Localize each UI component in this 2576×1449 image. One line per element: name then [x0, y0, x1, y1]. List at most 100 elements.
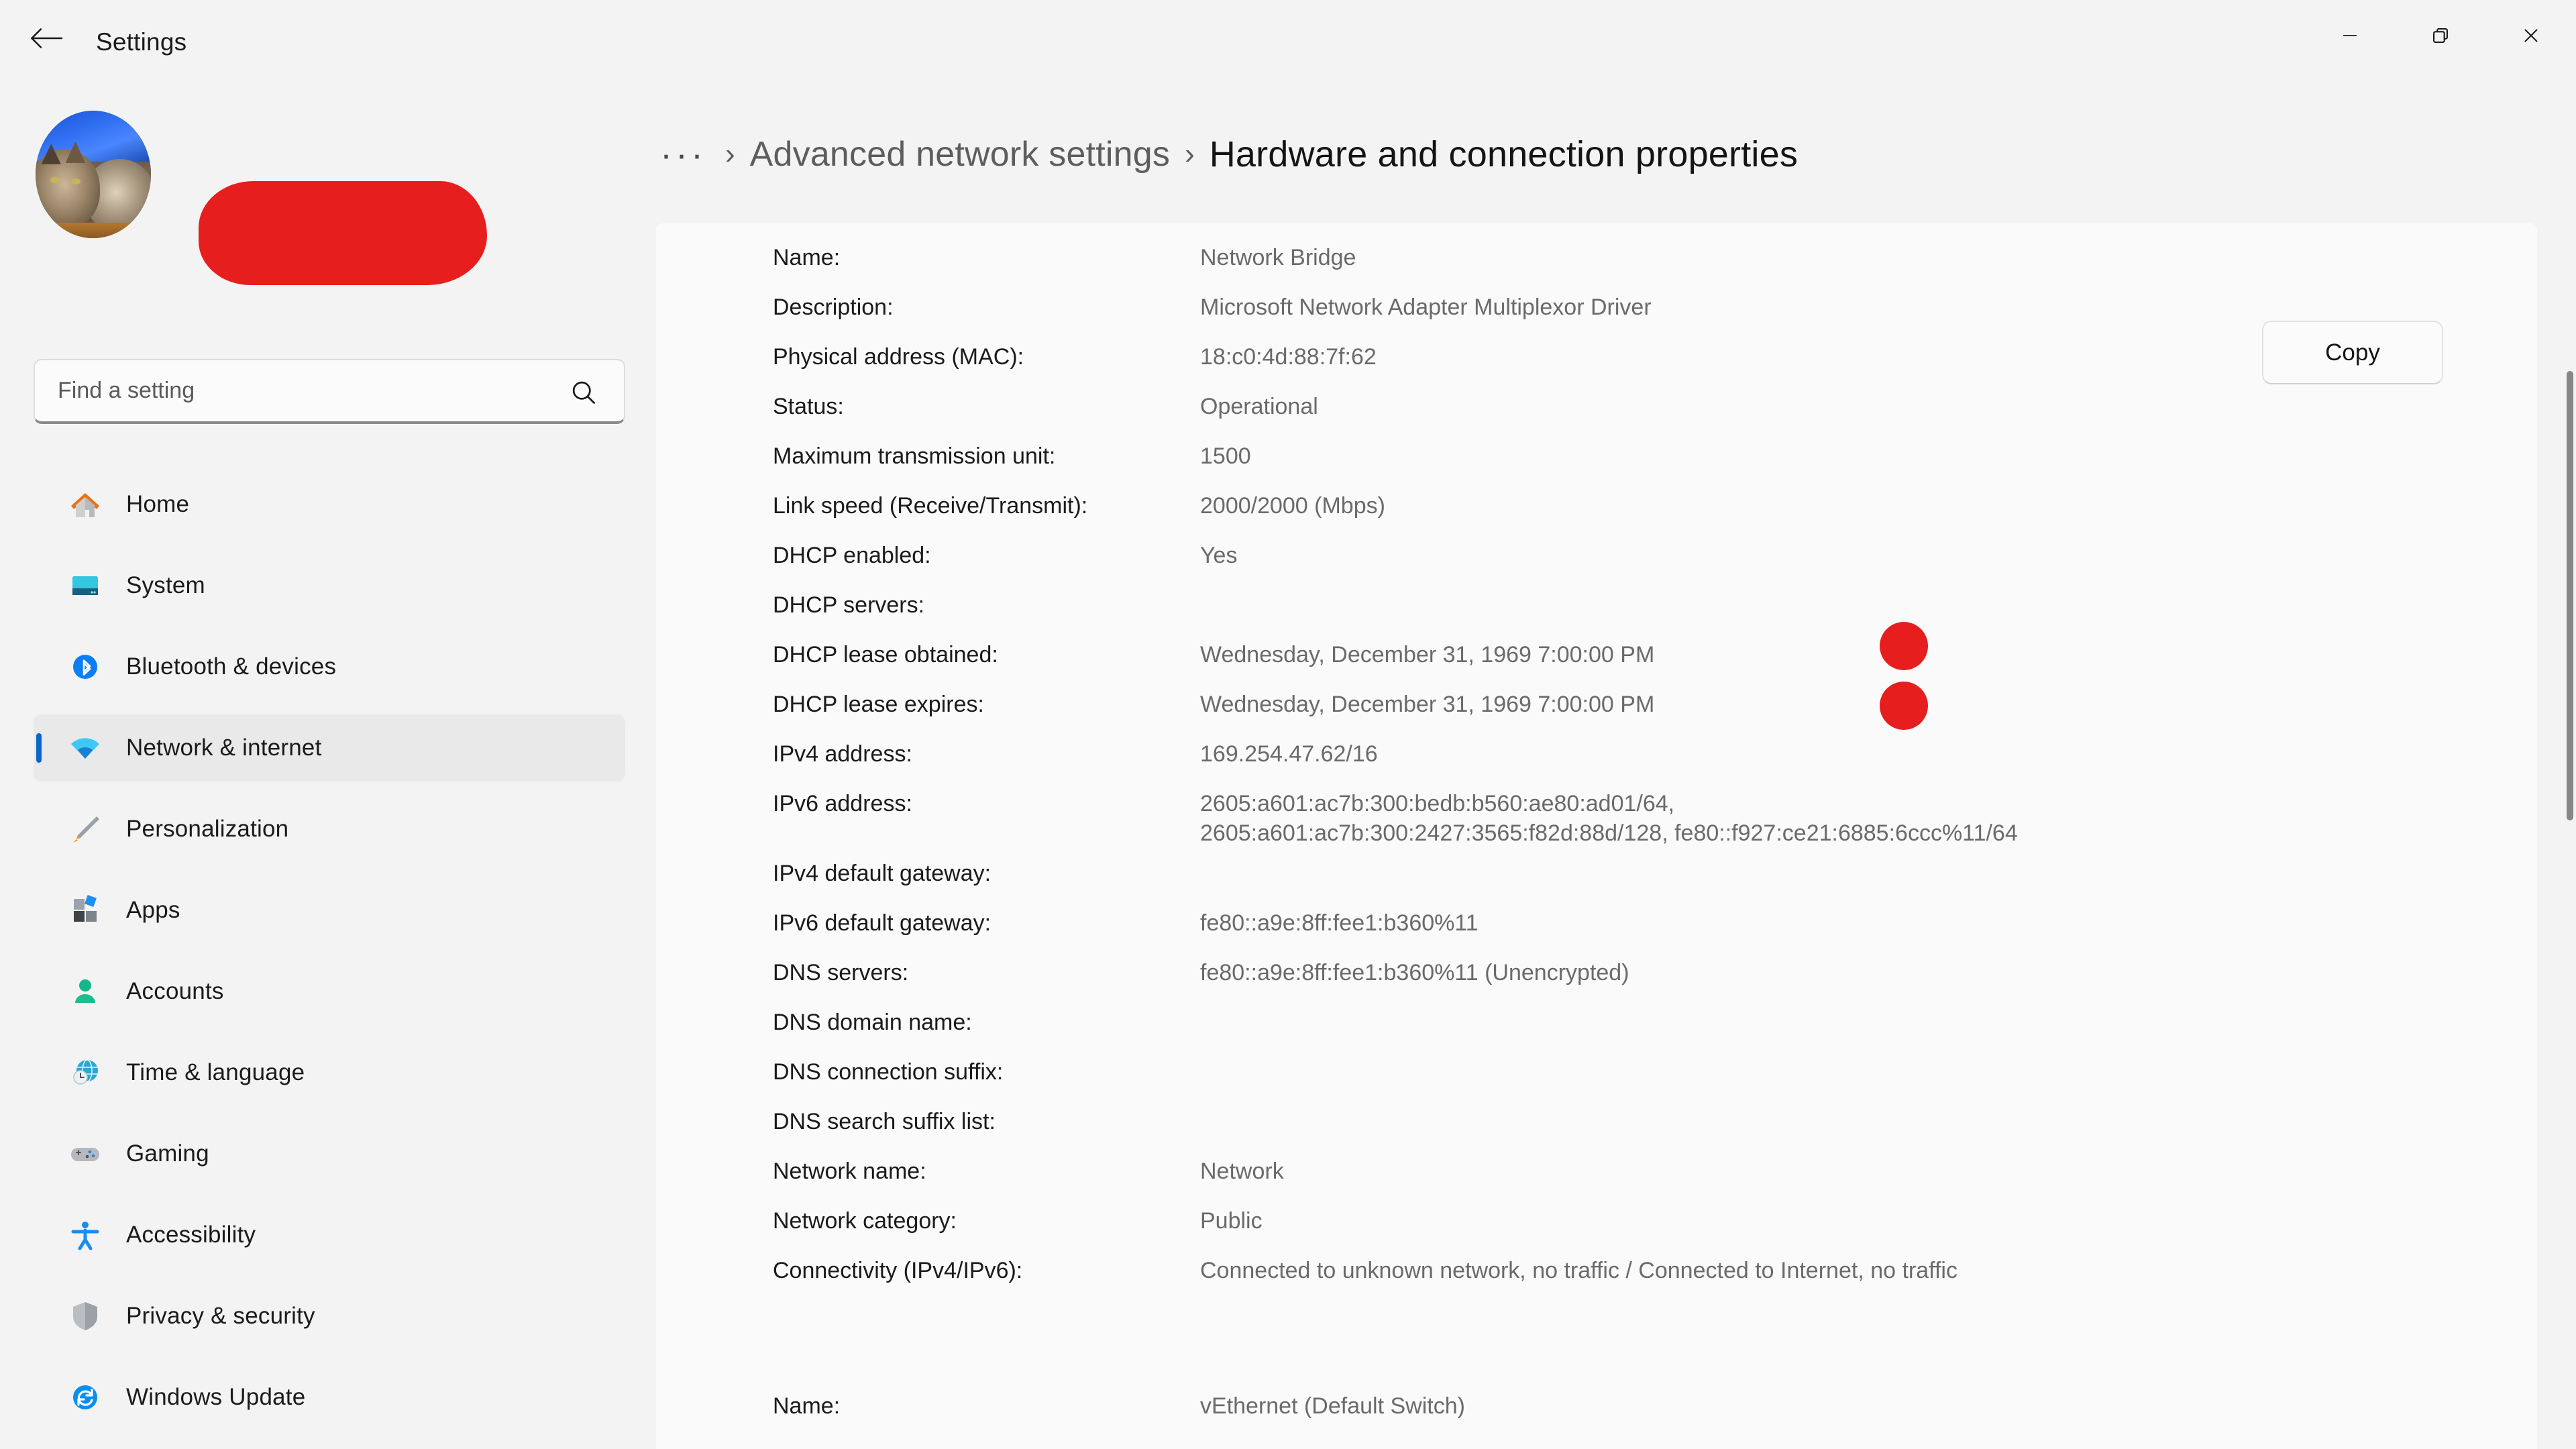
detail-row: Name: Network Bridge — [773, 245, 2490, 294]
sidebar-item-label: System — [126, 572, 205, 598]
detail-row: DNS connection suffix: — [773, 1059, 2490, 1109]
detail-label: DNS domain name: — [773, 1010, 972, 1035]
detail-label: Network category: — [773, 1208, 957, 1234]
account-name-redaction — [199, 181, 487, 285]
detail-row: DHCP servers: — [773, 592, 2490, 642]
detail-row: DNS search suffix list: — [773, 1109, 2490, 1159]
app-title: Settings — [96, 28, 187, 56]
update-refresh-icon — [67, 1379, 103, 1415]
dhcp-lease-obtained-redaction-dot — [1880, 622, 1928, 670]
sidebar-item-label: Network & internet — [126, 735, 322, 761]
detail-label: DHCP lease obtained: — [773, 642, 998, 667]
sidebar-item-home[interactable]: Home — [34, 471, 625, 538]
detail-row: Connectivity (IPv4/IPv6): Connected to u… — [773, 1258, 2490, 1307]
detail-row: IPv4 default gateway: — [773, 861, 2490, 910]
detail-row: DHCP lease obtained: Wednesday, December… — [773, 642, 2490, 692]
detail-label: Connectivity (IPv4/IPv6): — [773, 1258, 1023, 1283]
detail-row: DHCP lease expires: Wednesday, December … — [773, 692, 2490, 741]
search-placeholder: Find a setting — [58, 378, 195, 403]
detail-label: Maximum transmission unit: — [773, 443, 1056, 469]
search-icon[interactable] — [569, 378, 598, 411]
home-icon — [67, 486, 103, 523]
detail-value: 18:c0:4d:88:7f:62 — [1200, 344, 1377, 370]
sidebar-item-privacy-security[interactable]: Privacy & security — [34, 1283, 625, 1350]
detail-value: Yes — [1200, 543, 1238, 568]
detail-label: IPv4 default gateway: — [773, 861, 991, 886]
detail-label: Name: — [773, 245, 841, 270]
detail-row: Network category: Public — [773, 1208, 2490, 1258]
vertical-scrollbar[interactable] — [2567, 371, 2573, 820]
window-controls — [2304, 0, 2576, 74]
sidebar-item-label: Windows Update — [126, 1384, 306, 1410]
settings-window: Settings Find a setting Home System Blue… — [0, 0, 2576, 1449]
close-icon — [2520, 24, 2542, 50]
detail-row: Description: Microsoft Network Adapter M… — [773, 294, 2490, 344]
sidebar-item-label: Gaming — [126, 1140, 209, 1167]
sidebar-item-accounts[interactable]: Accounts — [34, 958, 625, 1025]
detail-label: Link speed (Receive/Transmit): — [773, 493, 1088, 519]
sidebar-item-label: Home — [126, 491, 190, 517]
globe-clock-icon — [67, 1055, 103, 1091]
detail-value: vEthernet (Default Switch) — [1200, 1393, 1465, 1419]
gamepad-icon — [67, 1136, 103, 1172]
sidebar-item-gaming[interactable]: Gaming — [34, 1120, 625, 1187]
sidebar-item-windows-update[interactable]: Windows Update — [34, 1364, 625, 1431]
apps-grid-icon — [67, 892, 103, 928]
minimize-icon — [2339, 24, 2361, 50]
sidebar-item-label: Privacy & security — [126, 1303, 315, 1329]
restore-button[interactable] — [2395, 0, 2485, 74]
search-input[interactable]: Find a setting — [34, 359, 625, 424]
detail-label: Physical address (MAC): — [773, 344, 1024, 370]
properties-panel: Copy Name: Network Bridge Description: M… — [656, 223, 2573, 1449]
detail-row: DHCP enabled: Yes — [773, 543, 2490, 592]
dhcp-lease-expires-redaction-dot — [1880, 682, 1928, 730]
detail-row: Link speed (Receive/Transmit): 2000/2000… — [773, 493, 2490, 543]
sidebar-item-network-internet[interactable]: Network & internet — [34, 714, 625, 782]
adapter-details-list: Name: Network Bridge Description: Micros… — [773, 245, 2490, 1443]
sidebar-item-apps[interactable]: Apps — [34, 877, 625, 944]
paintbrush-icon — [67, 811, 103, 847]
back-button[interactable] — [25, 25, 67, 54]
detail-label: DNS search suffix list: — [773, 1109, 996, 1134]
detail-row: IPv4 address: 169.254.47.62/16 — [773, 741, 2490, 791]
detail-value: Wednesday, December 31, 1969 7:00:00 PM — [1200, 642, 1655, 667]
detail-label: Status: — [773, 394, 844, 419]
detail-row: DNS servers: fe80::a9e:8ff:fee1:b360%11 … — [773, 960, 2490, 1010]
detail-value: 169.254.47.62/16 — [1200, 741, 1378, 767]
close-button[interactable] — [2485, 0, 2576, 74]
detail-label: IPv6 default gateway: — [773, 910, 991, 936]
avatar[interactable] — [36, 111, 151, 238]
sidebar-item-personalization[interactable]: Personalization — [34, 796, 625, 863]
detail-value-line2: 2605:a601:ac7b:300:2427:3565:f82d:88d/12… — [1200, 820, 2018, 846]
breadcrumb: ··· › Advanced network settings › Hardwa… — [656, 114, 1798, 195]
bluetooth-icon — [67, 649, 103, 685]
sidebar-item-accessibility[interactable]: Accessibility — [34, 1201, 625, 1269]
detail-row: Status: Operational — [773, 394, 2490, 443]
sidebar-item-label: Bluetooth & devices — [126, 653, 337, 680]
detail-label: Description: — [773, 294, 894, 320]
chevron-right-icon: › — [1185, 138, 1195, 170]
sidebar-item-system[interactable]: System — [34, 552, 625, 619]
minimize-button[interactable] — [2304, 0, 2395, 74]
sidebar-item-label: Time & language — [126, 1059, 305, 1085]
detail-label: DHCP enabled: — [773, 543, 931, 568]
shield-icon — [67, 1298, 103, 1334]
breadcrumb-parent-link[interactable]: Advanced network settings — [750, 134, 1170, 174]
detail-value: 2605:a601:ac7b:300:bedb:b560:ae80:ad01/6… — [1200, 791, 1675, 816]
content-area: ··· › Advanced network settings › Hardwa… — [656, 74, 2576, 1449]
sidebar-item-label: Personalization — [126, 816, 289, 842]
wifi-icon — [67, 730, 103, 766]
system-monitor-icon — [67, 568, 103, 604]
detail-row: Network name: Network — [773, 1159, 2490, 1208]
detail-value: 1500 — [1200, 443, 1251, 469]
detail-label: DNS servers: — [773, 960, 909, 985]
back-arrow-icon — [28, 26, 64, 54]
detail-value: 2000/2000 (Mbps) — [1200, 493, 1385, 519]
sidebar-item-bluetooth-devices[interactable]: Bluetooth & devices — [34, 633, 625, 700]
sidebar-item-time-language[interactable]: Time & language — [34, 1039, 625, 1106]
adapter-separator — [773, 1307, 2490, 1393]
breadcrumb-overflow-button[interactable]: ··· — [656, 136, 710, 172]
sidebar-item-label: Apps — [126, 897, 180, 923]
account-block[interactable] — [36, 111, 586, 285]
detail-label: DHCP servers: — [773, 592, 925, 618]
